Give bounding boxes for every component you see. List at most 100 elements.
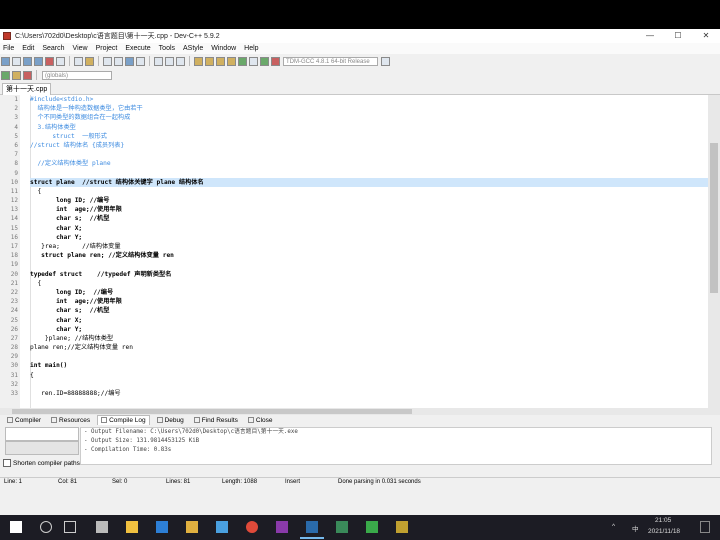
compile-run-icon[interactable] bbox=[227, 56, 236, 66]
run-icon[interactable] bbox=[216, 56, 225, 66]
chevron-up-icon[interactable]: ^ bbox=[612, 523, 615, 530]
tab-debug[interactable]: Debug bbox=[154, 416, 187, 425]
bookmark-icon[interactable] bbox=[23, 70, 32, 80]
code-line[interactable]: 21 { bbox=[11, 279, 708, 288]
tab-resources[interactable]: Resources bbox=[48, 416, 93, 425]
code-area[interactable]: 1 #include<stdio.h> 2 结构体是一种构造数据类型，它由若干 3 个… bbox=[11, 95, 708, 398]
code-line[interactable]: 15 char X; bbox=[11, 224, 708, 233]
onenote-icon[interactable] bbox=[276, 521, 288, 533]
code-line[interactable]: 6 //struct 结构体名 {成员列表} bbox=[14, 141, 708, 150]
print-icon[interactable] bbox=[56, 56, 65, 66]
compile-icon[interactable] bbox=[205, 56, 214, 66]
code-line[interactable]: 29 bbox=[11, 352, 708, 361]
task-view-icon[interactable] bbox=[96, 521, 108, 533]
find-icon[interactable] bbox=[103, 56, 112, 66]
unindent-icon[interactable] bbox=[165, 56, 174, 66]
code-line[interactable]: 7 bbox=[14, 150, 708, 159]
mail-icon[interactable] bbox=[216, 521, 228, 533]
code-line[interactable]: 16 char Y; bbox=[11, 233, 708, 242]
code-line[interactable]: 11 { bbox=[11, 187, 708, 196]
tab-compile-log[interactable]: Compile Log bbox=[97, 414, 150, 426]
menu-window[interactable]: Window bbox=[211, 45, 236, 52]
close-button[interactable]: ✕ bbox=[692, 29, 720, 43]
clock-date[interactable]: 2021/11/18 bbox=[648, 528, 680, 535]
globals-select[interactable]: (globals) bbox=[42, 70, 112, 80]
code-line[interactable]: 2 结构体是一种构造数据类型，它由若干 bbox=[14, 104, 708, 113]
tab-find-results[interactable]: Find Results bbox=[191, 416, 241, 425]
menu-tools[interactable]: Tools bbox=[159, 45, 175, 52]
close-file-icon[interactable] bbox=[45, 56, 54, 66]
menu-file[interactable]: File bbox=[3, 45, 14, 52]
code-line[interactable]: 27 }plane; //结构体类型 bbox=[11, 334, 708, 343]
find-next-icon[interactable] bbox=[125, 56, 134, 66]
wechat-icon[interactable] bbox=[366, 521, 378, 533]
code-line[interactable]: 13 int age;//使用年限 bbox=[11, 205, 708, 214]
code-line[interactable]: 12 long ID; //编号 bbox=[11, 196, 708, 205]
save-all-icon[interactable] bbox=[34, 56, 43, 66]
code-line[interactable]: 9 bbox=[14, 169, 708, 178]
editor-vertical-scrollbar[interactable] bbox=[708, 95, 720, 408]
new-file-icon[interactable] bbox=[1, 56, 10, 66]
app-icon-yellow[interactable] bbox=[396, 521, 408, 533]
project-icon[interactable] bbox=[12, 70, 21, 80]
replace-icon[interactable] bbox=[114, 56, 123, 66]
toggle-comment-icon[interactable] bbox=[176, 56, 185, 66]
chart-icon[interactable] bbox=[260, 56, 269, 66]
code-line[interactable]: 30 int main() bbox=[11, 361, 708, 370]
code-line[interactable]: 1 #include<stdio.h> bbox=[14, 95, 708, 104]
code-line[interactable]: 22 long ID; //编号 bbox=[11, 288, 708, 297]
rebuild-icon[interactable] bbox=[238, 56, 247, 66]
code-line[interactable]: 17 }rea; //结构体变量 bbox=[11, 242, 708, 251]
menu-help[interactable]: Help bbox=[244, 45, 258, 52]
compiler-select[interactable]: TDM-GCC 4.8.1 64-bit Release bbox=[283, 56, 378, 66]
menu-execute[interactable]: Execute bbox=[125, 45, 150, 52]
class-browser-icon[interactable] bbox=[1, 70, 10, 80]
code-line[interactable]: 28 plane ren;//定义结构体变量 ren bbox=[11, 343, 708, 352]
devcpp-taskbar-icon[interactable] bbox=[306, 521, 318, 533]
chrome-icon[interactable] bbox=[246, 521, 258, 533]
app-icon-green[interactable] bbox=[336, 521, 348, 533]
menu-edit[interactable]: Edit bbox=[22, 45, 34, 52]
goto-line-icon[interactable] bbox=[136, 56, 145, 66]
code-line[interactable]: 14 char s; //机型 bbox=[11, 214, 708, 223]
maximize-button[interactable]: ☐ bbox=[664, 29, 692, 43]
circle-icon[interactable] bbox=[64, 521, 76, 533]
menu-astyle[interactable]: AStyle bbox=[183, 45, 203, 52]
code-line[interactable]: 3 个不同类型的数据组合在一起构成 bbox=[14, 113, 708, 122]
settings-icon[interactable] bbox=[381, 56, 390, 66]
code-line[interactable]: 10 struct plane //struct 结构体关键字 plane 结构体… bbox=[11, 177, 708, 187]
clock-time[interactable]: 21:05 bbox=[655, 517, 671, 524]
code-editor[interactable]: 1 #include<stdio.h> 2 结构体是一种构造数据类型，它由若干 3 个… bbox=[0, 95, 708, 408]
grid-icon[interactable] bbox=[194, 56, 203, 66]
minimize-button[interactable]: — bbox=[636, 29, 664, 43]
tab-close[interactable]: Close bbox=[245, 416, 276, 425]
shorten-paths-checkbox[interactable] bbox=[3, 459, 11, 467]
menu-project[interactable]: Project bbox=[96, 45, 118, 52]
save-icon[interactable] bbox=[23, 56, 32, 66]
code-line[interactable]: 26 char Y; bbox=[11, 325, 708, 334]
code-line[interactable]: 8 //定义结构体类型 plane bbox=[14, 159, 708, 168]
undo-icon[interactable] bbox=[74, 56, 83, 66]
tab-compiler[interactable]: Compiler bbox=[4, 416, 44, 425]
open-file-icon[interactable] bbox=[12, 56, 21, 66]
notification-icon[interactable] bbox=[700, 521, 710, 533]
code-line[interactable]: 32 bbox=[11, 380, 708, 389]
file-tab[interactable]: 第十一天.cpp bbox=[2, 83, 52, 95]
code-line[interactable]: 31 { bbox=[11, 371, 708, 380]
menu-search[interactable]: Search bbox=[42, 45, 64, 52]
shorten-paths-option[interactable]: Shorten compiler paths bbox=[3, 459, 80, 467]
code-line[interactable]: 4 3.结构体类型 bbox=[14, 123, 708, 132]
indent-icon[interactable] bbox=[154, 56, 163, 66]
search-icon[interactable] bbox=[40, 521, 52, 533]
abort-compilation-button[interactable] bbox=[5, 441, 79, 455]
code-line[interactable]: 33 ren.ID=88888888;//编号 bbox=[11, 389, 708, 398]
code-line[interactable]: 18 struct plane ren; //定义结构体变量 ren bbox=[11, 251, 708, 260]
ime-indicator[interactable]: 中 bbox=[632, 523, 639, 533]
stop-icon[interactable] bbox=[271, 56, 280, 66]
folder-icon[interactable] bbox=[186, 521, 198, 533]
code-line[interactable]: 19 bbox=[11, 260, 708, 269]
code-line[interactable]: 5 struct 一般形式 bbox=[14, 132, 708, 141]
file-explorer-icon[interactable] bbox=[126, 521, 138, 533]
code-line[interactable]: 25 char X; bbox=[11, 316, 708, 325]
code-line[interactable]: 23 int age;//使用年限 bbox=[11, 297, 708, 306]
